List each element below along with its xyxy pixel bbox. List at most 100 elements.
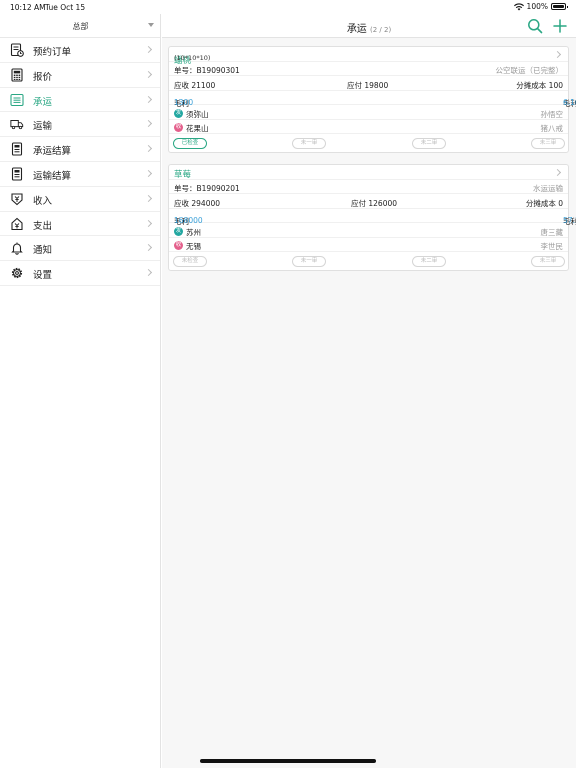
- receiver-badge: 收: [174, 123, 183, 132]
- sidebar-item-carrier-settlement[interactable]: 承运结算: [0, 137, 160, 162]
- receivable: 应收 294000: [174, 198, 221, 208]
- receiver-row: 收 花果山 猪八戒: [169, 120, 568, 134]
- nav-bar: 承运 (2 / 2): [162, 14, 576, 38]
- status-right: 100%: [513, 2, 568, 11]
- first-review-button[interactable]: 未一审: [292, 137, 326, 149]
- sidebar: 总部 预约订单 报价 承运 运输 承运结算 运输结算 收入 支出 通知 设置: [0, 14, 161, 768]
- receivable: 应收 21100: [174, 80, 216, 90]
- order-number: 单号：B19090301: [174, 66, 240, 75]
- sidebar-item-transport[interactable]: 运输: [0, 112, 160, 138]
- branch-selector[interactable]: 总部: [0, 14, 160, 38]
- chevron-right-icon: [553, 168, 562, 177]
- sidebar-item-label: 承运: [33, 96, 53, 108]
- payable: 应付 19800: [347, 80, 389, 90]
- chevron-right-icon: [144, 169, 153, 178]
- wifi-icon: [513, 2, 524, 10]
- origin: 须弥山: [186, 109, 209, 119]
- sender-row: 发 苏州 唐三藏: [169, 223, 568, 238]
- sender-name: 孙悟空: [540, 109, 564, 119]
- sidebar-item-carrier[interactable]: 承运: [0, 88, 160, 113]
- second-review-button[interactable]: 未二审: [412, 137, 446, 149]
- chevron-right-icon: [144, 244, 153, 252]
- receiver-row: 收 无锡 李世民: [169, 238, 568, 252]
- chevron-right-icon: [144, 145, 153, 153]
- destination: 花果山: [186, 124, 209, 133]
- chevron-right-icon: [144, 194, 153, 202]
- receiver-badge: 收: [174, 241, 183, 250]
- sidebar-item-booking[interactable]: 预约订单: [0, 38, 160, 63]
- destination: 无锡: [186, 242, 201, 251]
- sidebar-item-label: 设置: [33, 270, 53, 282]
- sender-row: 发 须弥山 孙悟空: [169, 105, 568, 120]
- sidebar-item-settings[interactable]: 设置: [0, 261, 160, 286]
- cargo-name: 草莓: [174, 170, 192, 180]
- sender-badge: 发: [174, 226, 183, 236]
- sidebar-item-label: 运输: [33, 121, 53, 133]
- receiver-name: 李世民: [540, 242, 564, 251]
- third-review-button[interactable]: 未三审: [531, 137, 565, 149]
- sidebar-item-label: 预约订单: [33, 47, 72, 58]
- checked-button[interactable]: 已检查: [173, 137, 207, 149]
- order-row: 单号：B19090201 水运运输: [169, 180, 568, 194]
- sidebar-item-expense[interactable]: 支出: [0, 212, 160, 237]
- carrier-settlement-icon: [10, 142, 24, 156]
- shared-cost: 分摊成本 0: [525, 198, 563, 208]
- shared-cost: 分摊成本 100: [516, 80, 563, 90]
- branch-title: 总部: [72, 22, 89, 31]
- search-icon[interactable]: [527, 18, 543, 34]
- transport-settlement-icon: [10, 167, 24, 181]
- chevron-right-icon: [144, 269, 153, 277]
- order-row: 单号：B19090301 公空联运（已完整）: [169, 62, 568, 76]
- review-buttons: 已检查 未一审 未二审 未三审: [169, 134, 568, 152]
- add-icon[interactable]: [552, 18, 568, 34]
- shipment-card[interactable]: 蟠桃 (10*10*10) 单号：B19090301 公空联运（已完整） 应收 …: [168, 46, 576, 153]
- second-review-button[interactable]: 未二审: [412, 255, 446, 267]
- chevron-down-icon: [148, 23, 154, 27]
- status-time: 10:12 AM: [10, 3, 46, 12]
- payable: 应付 126000: [351, 198, 398, 208]
- battery-icon: [551, 3, 568, 10]
- chevron-right-icon: [144, 70, 153, 78]
- sidebar-item-label: 收入: [33, 195, 53, 207]
- sidebar-item-quote[interactable]: 报价: [0, 63, 160, 88]
- page-title: 承运 (2 / 2): [162, 20, 576, 35]
- page-title-text: 承运: [346, 24, 367, 35]
- receiver-name: 猪八戒: [540, 124, 564, 133]
- profit-row: 毛利 168000 毛利率 57.14%: [169, 209, 576, 226]
- sidebar-item-notifications[interactable]: 通知: [0, 236, 160, 262]
- sender-name: 唐三藏: [540, 227, 564, 237]
- review-buttons: 未检查 未一审 未二审 未三审: [169, 252, 568, 270]
- sidebar-item-label: 承运结算: [33, 146, 72, 158]
- third-review-button[interactable]: 未三审: [531, 255, 565, 267]
- sidebar-item-transport-settlement[interactable]: 运输结算: [0, 162, 160, 187]
- chevron-right-icon: [144, 120, 153, 128]
- amount-row: 应收 21100 应付 19800 分摊成本 100: [169, 76, 568, 91]
- truck-icon: [10, 117, 24, 131]
- card-title-row: 草莓: [169, 165, 568, 180]
- chevron-right-icon: [144, 95, 153, 103]
- record-count: (2 / 2): [370, 26, 392, 34]
- expense-icon: [10, 217, 24, 231]
- card-title-row: 蟠桃 (10*10*10): [169, 47, 568, 66]
- sidebar-item-income[interactable]: 收入: [0, 187, 160, 212]
- battery-percent: 100%: [526, 2, 548, 11]
- first-review-button[interactable]: 未一审: [292, 255, 326, 267]
- chevron-right-icon: [144, 219, 153, 227]
- bell-icon: [10, 241, 24, 256]
- shipment-card[interactable]: 草莓 单号：B19090201 水运运输 应收 294000 应付 126000…: [168, 164, 576, 271]
- gear-icon: [10, 266, 24, 280]
- income-icon: [10, 192, 24, 206]
- sidebar-item-label: 支出: [33, 220, 53, 232]
- list-icon: [10, 93, 24, 107]
- check-button[interactable]: 未检查: [173, 255, 207, 267]
- booking-icon: [10, 43, 24, 57]
- amount-row: 应收 294000 应付 126000 分摊成本 0: [169, 194, 568, 209]
- main-panel: 承运 (2 / 2) 蟠桃 (10*10*10) 单号：B19090301 公空…: [162, 14, 576, 768]
- order-number: 单号：B19090201: [174, 184, 240, 193]
- home-indicator[interactable]: [200, 759, 376, 763]
- status-bar: 10:12 AM Tue Oct 15 100%: [0, 0, 576, 14]
- profit-row: 毛利 1300 毛利率 6.16%: [169, 91, 576, 108]
- chevron-right-icon: [144, 45, 153, 54]
- transport-mode: 公空联运（已完整）: [495, 66, 564, 75]
- calculator-icon: [10, 68, 24, 82]
